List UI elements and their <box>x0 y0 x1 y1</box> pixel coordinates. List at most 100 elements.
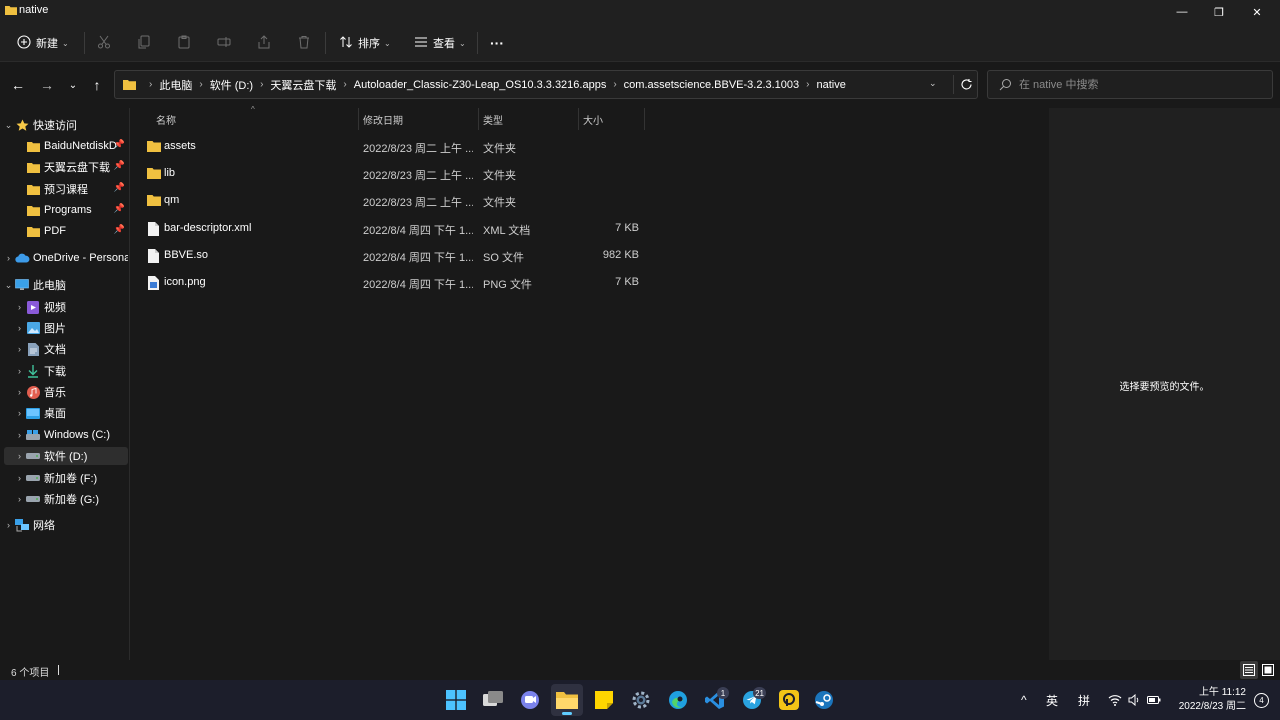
copy-button[interactable] <box>137 24 151 62</box>
column-header-size[interactable]: 大小 <box>583 108 643 130</box>
file-name: icon.png <box>164 276 206 288</box>
sticky-notes-button[interactable] <box>588 684 620 716</box>
close-icon: ✕ <box>1252 6 1262 19</box>
sidebar-item-this-pc[interactable]: ⌄ 此电脑 <box>3 276 128 294</box>
refresh-button[interactable] <box>957 75 975 93</box>
column-header-type[interactable]: 类型 <box>483 108 573 130</box>
sidebar-item-documents[interactable]: › 文档 <box>14 340 128 358</box>
ime-mode-button[interactable]: 拼 <box>1078 680 1090 720</box>
rename-button[interactable] <box>217 24 231 62</box>
more-options-button[interactable]: ··· <box>490 24 504 62</box>
taskbar: 1 21 ^ 英 拼 上午 11:12 2022/8/23 周二 4 <box>0 680 1280 720</box>
folder-icon <box>147 167 161 182</box>
sidebar-item-drive-d[interactable]: › 软件 (D:) <box>4 447 128 465</box>
chevron-right-icon: › <box>18 344 21 354</box>
recent-locations-button[interactable]: ⌄ <box>62 75 84 95</box>
sidebar-item-pictures[interactable]: › 图片 <box>14 319 128 337</box>
breadcrumb-item[interactable]: 此电脑 <box>159 77 192 93</box>
settings-button[interactable] <box>625 684 657 716</box>
notification-center-button[interactable]: 4 <box>1254 693 1269 708</box>
address-bar[interactable]: › 此电脑 › 软件 (D:) › 天翼云盘下载 › Autoloader_Cl… <box>114 70 978 99</box>
sidebar-item-onedrive[interactable]: › OneDrive - Personal <box>3 249 128 267</box>
file-explorer-button[interactable] <box>551 684 583 716</box>
breadcrumb-item[interactable]: Autoloader_Classic-Z30-Leap_OS10.3.3.321… <box>354 79 607 91</box>
forward-button[interactable]: → <box>36 75 58 95</box>
column-header-name[interactable]: 名称 <box>156 108 356 130</box>
sidebar-item-drive-g[interactable]: › 新加卷 (G:) <box>14 490 128 508</box>
sidebar-item-downloads[interactable]: › 下载 <box>14 362 128 380</box>
table-row[interactable]: BBVE.so 2022/8/4 周四 下午 1... SO 文件 982 KB <box>137 243 737 268</box>
steam-button[interactable] <box>808 684 840 716</box>
file-modified: 2022/8/23 周二 上午 ... <box>363 170 473 182</box>
share-button[interactable] <box>257 24 271 62</box>
file-icon <box>148 249 159 266</box>
sidebar-item-desktop[interactable]: › 桌面 <box>14 404 128 422</box>
breadcrumb-item[interactable]: 软件 (D:) <box>210 77 253 93</box>
sidebar-item-preview-course[interactable]: 预习课程 📌 <box>14 180 128 198</box>
edge-button[interactable] <box>662 684 694 716</box>
sidebar-item-network[interactable]: › 网络 <box>3 516 128 534</box>
up-button[interactable]: ↑ <box>86 75 108 95</box>
paw-app-button[interactable] <box>773 684 805 716</box>
table-row[interactable]: qm 2022/8/23 周二 上午 ... 文件夹 <box>137 188 737 213</box>
status-bar: 6 个项目 <box>0 660 1280 680</box>
address-history-button[interactable]: ⌄ <box>929 78 937 89</box>
minimize-button[interactable]: — <box>1163 0 1201 24</box>
task-view-button[interactable] <box>477 684 509 716</box>
paste-button[interactable] <box>177 24 191 62</box>
column-header-modified[interactable]: 修改日期 <box>363 108 473 130</box>
tray-overflow-button[interactable]: ^ <box>1021 680 1027 720</box>
column-divider[interactable] <box>644 108 645 130</box>
breadcrumb-item[interactable]: 天翼云盘下载 <box>270 77 336 93</box>
windows-icon <box>446 690 466 710</box>
sidebar-item-tianyi[interactable]: 天翼云盘下载 📌 <box>14 158 128 176</box>
start-button[interactable] <box>440 684 472 716</box>
column-label: 修改日期 <box>363 115 403 127</box>
details-view-button[interactable] <box>1240 661 1258 679</box>
new-button[interactable]: 新建 ⌄ <box>17 24 69 62</box>
column-divider[interactable] <box>478 108 479 130</box>
sidebar-item-music[interactable]: › 音乐 <box>14 383 128 401</box>
navigation-bar: ← → ⌄ ↑ › 此电脑 › 软件 (D:) › 天翼云盘下载 › Autol… <box>0 62 1280 108</box>
table-row[interactable]: bar-descriptor.xml 2022/8/4 周四 下午 1... X… <box>137 216 737 241</box>
cut-button[interactable] <box>97 24 111 62</box>
view-button[interactable]: 查看 ⌄ <box>414 24 466 62</box>
search-input[interactable] <box>1019 75 1259 94</box>
sidebar-item-programs[interactable]: Programs 📌 <box>14 201 128 219</box>
vscode-button[interactable]: 1 <box>699 684 731 716</box>
chevron-right-icon: › <box>7 253 10 263</box>
sidebar-item-drive-f[interactable]: › 新加卷 (F:) <box>14 469 128 487</box>
close-button[interactable]: ✕ <box>1238 0 1276 24</box>
table-row[interactable]: assets 2022/8/23 周二 上午 ... 文件夹 <box>137 134 737 159</box>
table-row[interactable]: icon.png 2022/8/4 周四 下午 1... PNG 文件 7 KB <box>137 270 737 295</box>
network-volume-battery-button[interactable] <box>1108 680 1161 720</box>
table-row[interactable]: lib 2022/8/23 周二 上午 ... 文件夹 <box>137 161 737 186</box>
music-icon <box>25 385 41 399</box>
search-box[interactable] <box>987 70 1273 99</box>
sidebar-item-quick-access[interactable]: ⌄ 快速访问 <box>3 116 128 134</box>
breadcrumb-item[interactable]: native <box>817 79 846 91</box>
telegram-button[interactable]: 21 <box>736 684 768 716</box>
large-icons-view-button[interactable] <box>1259 661 1277 679</box>
ime-mode: 拼 <box>1078 693 1091 708</box>
sidebar-item-videos[interactable]: › 视频 <box>14 298 128 316</box>
sidebar-item-drive-c[interactable]: › Windows (C:) <box>14 426 128 444</box>
file-name: lib <box>164 167 176 179</box>
breadcrumb-item[interactable]: com.assetscience.BBVE-3.2.3.1003 <box>624 79 799 91</box>
window-title: native <box>19 4 49 16</box>
file-icon <box>148 222 159 239</box>
ime-language-button[interactable]: 英 <box>1046 680 1058 720</box>
column-divider[interactable] <box>578 108 579 130</box>
maximize-button[interactable]: ❐ <box>1200 0 1238 24</box>
notification-badge: 1 <box>717 687 729 699</box>
clock[interactable]: 上午 11:12 2022/8/23 周二 <box>1179 686 1246 714</box>
sort-button[interactable]: 排序 ⌄ <box>339 24 391 62</box>
back-button[interactable]: ← <box>7 75 29 95</box>
column-divider[interactable] <box>358 108 359 130</box>
file-type: 文件夹 <box>483 143 516 155</box>
teams-chat-button[interactable] <box>514 684 546 716</box>
delete-button[interactable] <box>297 24 311 62</box>
sidebar-item-pdf[interactable]: PDF 📌 <box>14 222 128 240</box>
sidebar-item-baidunetdisk[interactable]: BaiduNetdiskD 📌 <box>14 137 128 155</box>
sort-label: 排序 <box>358 38 380 50</box>
